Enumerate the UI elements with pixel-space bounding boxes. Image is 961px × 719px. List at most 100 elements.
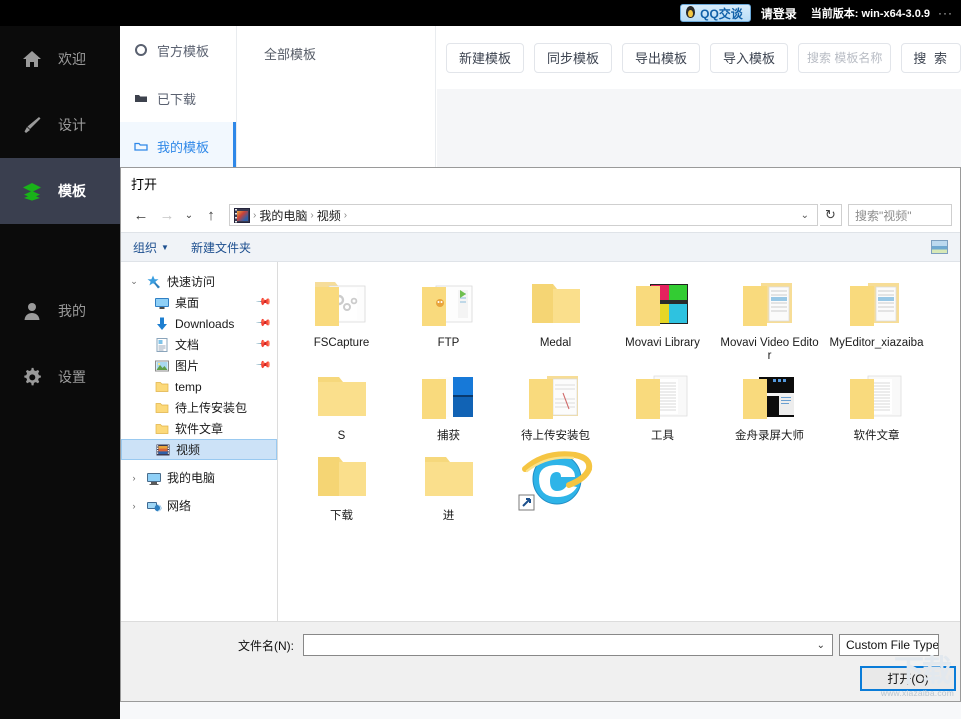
open-button[interactable]: 打开(O) [860,666,956,691]
sidebar-item-mine[interactable]: 我的 [0,278,120,344]
file-item[interactable]: MyEditor_xiazaiba [823,270,930,363]
template-category-downloaded[interactable]: 已下载 [120,74,236,122]
back-button[interactable]: ← [129,203,153,227]
qq-chat-label: QQ交谈 [700,6,743,21]
import-template-button[interactable]: 导入模板 [710,42,789,73]
app-sidebar: 欢迎 设计 模板 我的 设置 [0,26,120,719]
file-name: 捕获 [437,430,460,442]
file-item[interactable]: S [288,363,395,443]
sidebar-label-welcome: 欢迎 [58,51,86,67]
qq-chat-button[interactable]: QQ交谈 [680,4,751,22]
login-link[interactable]: 请登录 [761,5,797,22]
tree-item-pictures[interactable]: 图片 📌 [121,355,277,376]
export-template-button[interactable]: 导出模板 [622,42,701,73]
brush-icon [24,117,41,133]
template-subcategory-all[interactable]: 全部模板 [238,26,435,63]
up-button[interactable]: ↑ [199,203,223,227]
address-dropdown-icon[interactable]: ⌄ [795,210,815,221]
sync-template-button[interactable]: 同步模板 [534,42,613,73]
circle-icon [135,44,147,56]
tree-item-downloads[interactable]: Downloads 📌 [121,313,277,334]
folder-icon [155,423,169,434]
tree-item-documents[interactable]: 文档 📌 [121,334,277,355]
breadcrumb-separator: › [310,209,314,221]
file-name: Movavi Video Editor [720,337,819,362]
file-name: 软件文章 [853,430,900,442]
refresh-button[interactable]: ↻ [820,204,842,226]
template-category-label: 官方模板 [157,43,210,59]
template-category-mine[interactable]: 我的模板 [120,122,236,170]
file-list-area[interactable]: FSCapture FTP Medal Movavi Library Movav… [278,262,960,621]
sidebar-item-welcome[interactable]: 欢迎 [0,26,120,92]
tree-item-video[interactable]: 视频 [121,439,277,460]
tree-item-my-computer[interactable]: › 我的电脑 [121,467,277,488]
folder-blue-icon [421,377,473,419]
sidebar-item-settings[interactable]: 设置 [0,344,120,410]
tree-item-desktop[interactable]: 桌面 📌 [121,292,277,313]
twisty-icon[interactable]: ⌄ [127,276,141,287]
folder-docs-icon [421,285,472,326]
tree-label: 待上传安装包 [175,401,248,415]
filetype-select[interactable]: Custom File Type [839,634,939,656]
sidebar-item-design[interactable]: 设计 [0,92,120,158]
file-item[interactable]: 待上传安装包 [502,363,609,443]
file-item[interactable]: 工具 [609,363,716,443]
sidebar-label-design: 设计 [58,117,86,133]
organize-button[interactable]: 组织 ▼ [133,239,169,256]
file-name: 进 [442,510,455,522]
new-folder-button[interactable]: 新建文件夹 [191,239,251,256]
file-item[interactable]: 捕获 [395,363,502,443]
filename-row: 文件名(N): ⌄ Custom File Type [121,622,960,656]
address-bar[interactable]: › 我的电脑 › 视频 › ⌄ [229,204,818,226]
file-item[interactable]: 软件文章 [823,363,930,443]
breadcrumb-item-computer[interactable]: 我的电脑 [259,207,307,224]
twisty-icon[interactable]: › [127,473,141,483]
folder-docs-icon [314,282,365,326]
file-item[interactable]: Movavi Library [609,270,716,363]
app-bottom-strip [120,702,961,719]
file-item[interactable]: 下载 [288,443,395,523]
file-item[interactable]: 进 [395,443,502,523]
more-menu-icon[interactable]: ··· [938,6,953,20]
tree-item-software-articles[interactable]: 软件文章 [121,418,277,439]
dialog-search-input[interactable]: 搜索"视频" [848,204,952,226]
file-item[interactable]: FSCapture [288,270,395,363]
forward-button[interactable]: → [155,203,179,227]
file-item[interactable]: Movavi Video Editor [716,270,823,363]
new-folder-label: 新建文件夹 [190,240,251,255]
gear-icon [24,367,41,386]
new-template-button[interactable]: 新建模板 [446,42,525,73]
template-search-button[interactable]: 搜 索 [901,42,961,73]
breadcrumb-item-video[interactable]: 视频 [317,207,341,224]
file-item[interactable]: 金舟录屏大师 [716,363,823,443]
file-item[interactable]: FTP [395,270,502,363]
tree-item-pending-packages[interactable]: 待上传安装包 [121,397,277,418]
tree-item-temp[interactable]: temp [121,376,277,397]
tree-item-network[interactable]: › 网络 [121,495,277,516]
template-category-label: 已下载 [157,91,197,107]
organize-label: 组织 [133,240,158,255]
video-folder-icon [234,207,251,224]
file-name: S [337,430,346,442]
user-icon [24,303,40,320]
filename-input[interactable]: ⌄ [303,634,833,656]
open-file-dialog: 打开 ← → ⌄ ↑ › 我的电脑 › 视频 › ⌄ ↻ 搜索"视频" 组织 ▼ [120,167,961,702]
sidebar-item-templates[interactable]: 模板 [0,158,120,224]
app-top-bar: QQ交谈 请登录 当前版本: win-x64-3.0.9 ··· [0,0,961,26]
file-item[interactable] [502,443,609,523]
dialog-title: 打开 [121,168,960,198]
template-category-official[interactable]: 官方模板 [120,26,236,74]
folder-filled-icon [135,95,147,102]
twisty-icon[interactable]: › [127,501,141,511]
tree-item-quick-access[interactable]: ⌄ 快速访问 [121,271,277,292]
view-icon[interactable] [931,240,948,254]
recent-locations-button[interactable]: ⌄ [181,203,197,227]
tree-label: 文档 [175,338,200,352]
template-search-input[interactable]: 搜索 模板名称 [798,42,892,73]
screen-root: QQ交谈 请登录 当前版本: win-x64-3.0.9 ··· 欢迎 设计 模… [0,0,961,719]
desktop-icon [155,297,169,309]
file-item[interactable]: Medal [502,270,609,363]
filename-dropdown-icon[interactable]: ⌄ [812,640,830,651]
file-name: FSCapture [313,337,370,349]
pin-icon: 📌 [254,336,272,353]
